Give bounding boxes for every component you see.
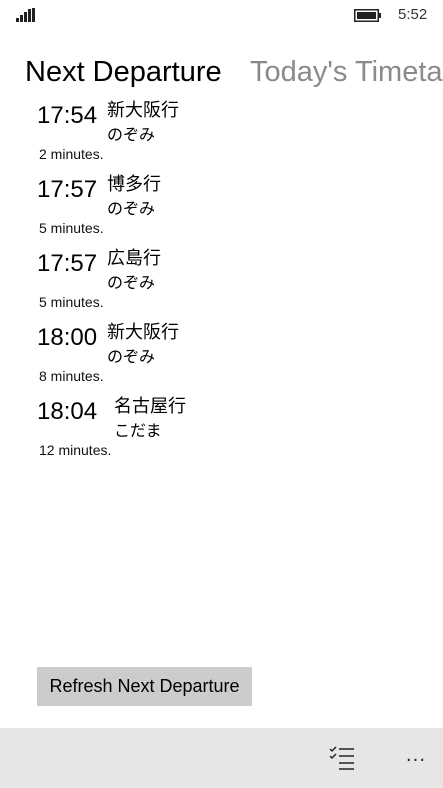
departure-wait-time: 12 minutes. xyxy=(39,442,112,458)
signal-strength-icon xyxy=(16,8,35,22)
departure-wait-time: 5 minutes. xyxy=(39,294,104,310)
departure-train-name: のぞみ xyxy=(107,199,156,218)
departure-wait-time: 5 minutes. xyxy=(39,220,104,236)
departure-destination: 広島行 xyxy=(107,248,161,269)
departure-item[interactable]: 17:57 広島行 のぞみ 5 minutes. xyxy=(0,244,443,314)
departure-train-name: のぞみ xyxy=(107,347,156,366)
departure-item[interactable]: 17:54 新大阪行 のぞみ 2 minutes. xyxy=(0,96,443,166)
status-bar: 5:52 xyxy=(0,0,443,32)
status-time: 5:52 xyxy=(398,6,428,23)
select-list-icon[interactable] xyxy=(326,742,358,774)
departure-item[interactable]: 17:57 博多行 のぞみ 5 minutes. xyxy=(0,170,443,240)
departure-train-name: こだま xyxy=(114,421,162,440)
app-screen: 5:52 Next Departure Today's Timeta 17:54… xyxy=(0,0,443,788)
departure-time: 17:57 xyxy=(37,176,98,203)
departure-destination: 新大阪行 xyxy=(107,322,179,343)
departure-time: 18:04 xyxy=(37,398,98,425)
departure-train-name: のぞみ xyxy=(107,273,156,292)
departure-item[interactable]: 18:00 新大阪行 のぞみ 8 minutes. xyxy=(0,318,443,388)
tab-todays-timetable[interactable]: Today's Timeta xyxy=(250,52,443,92)
departure-item[interactable]: 18:04 名古屋行 こだま 12 minutes. xyxy=(0,392,443,462)
more-options-button[interactable]: ... xyxy=(400,742,432,774)
departure-time: 17:57 xyxy=(37,250,98,277)
departure-train-name: のぞみ xyxy=(107,125,156,144)
app-bar: ... xyxy=(0,728,443,788)
departure-wait-time: 2 minutes. xyxy=(39,146,104,162)
pivot-header: Next Departure Today's Timeta xyxy=(0,52,443,96)
tab-next-departure[interactable]: Next Departure xyxy=(25,52,222,92)
departure-wait-time: 8 minutes. xyxy=(39,368,104,384)
departure-destination: 新大阪行 xyxy=(107,100,179,121)
departure-time: 17:54 xyxy=(37,102,98,129)
departure-destination: 名古屋行 xyxy=(114,396,186,417)
departure-time: 18:00 xyxy=(37,324,98,351)
battery-icon xyxy=(354,9,381,22)
refresh-next-departure-button[interactable]: Refresh Next Departure xyxy=(37,667,252,706)
departure-destination: 博多行 xyxy=(107,174,161,195)
